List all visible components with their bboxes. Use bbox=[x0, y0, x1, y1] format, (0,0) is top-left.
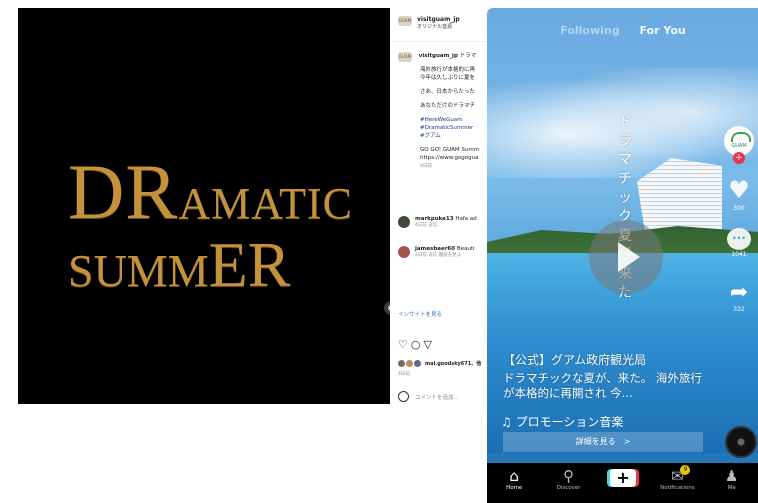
tab-for-you[interactable]: For You bbox=[639, 24, 685, 37]
feed-tabs: Following For You bbox=[487, 24, 758, 37]
hashtag-link[interactable]: #DramaticSummer bbox=[420, 125, 473, 131]
heart-icon[interactable]: ♡ bbox=[398, 338, 411, 351]
caption-line: さあ、日本からたった bbox=[420, 89, 476, 95]
title-part: SUMM bbox=[68, 245, 209, 296]
comment-bubble-icon[interactable]: ··· bbox=[727, 228, 751, 250]
music-label[interactable]: ♫ プロモーション音楽 bbox=[501, 413, 623, 430]
divider bbox=[390, 41, 490, 42]
nav-me[interactable]: ♟ Me bbox=[707, 467, 757, 491]
caption-url-link[interactable]: https://www.gogogua bbox=[420, 155, 479, 161]
brand-label: GUAM bbox=[731, 143, 747, 149]
emoji-icon[interactable] bbox=[398, 391, 409, 402]
comment-item: markpuke13 Hafa ad 4日前 返信 bbox=[398, 216, 490, 228]
notification-bubble-icon: ✉ bbox=[671, 467, 684, 485]
like-count: 300 bbox=[733, 205, 745, 212]
comment-username[interactable]: markpuke13 bbox=[415, 216, 454, 222]
caption-line: 今年は久しぶりに夏を bbox=[420, 75, 476, 81]
comment-icon[interactable]: ○ bbox=[411, 338, 424, 351]
post-actions: ♡○▽ bbox=[398, 338, 435, 351]
add-comment-placeholder: コメントを追加... bbox=[415, 394, 459, 401]
nav-label: Discover bbox=[556, 485, 581, 491]
caption-date: 4日前 bbox=[420, 164, 432, 169]
caption-line: あなただけのドラマチ bbox=[420, 103, 476, 109]
comment-meta[interactable]: 4日前 返信 bbox=[415, 223, 437, 228]
avatar bbox=[398, 360, 405, 367]
comment-text: Beauti bbox=[456, 246, 475, 252]
liked-by-text[interactable]: mai.goodsky671、他 bbox=[425, 360, 481, 367]
avatar[interactable] bbox=[398, 246, 410, 258]
comment-count: 1041 bbox=[731, 251, 747, 258]
profile-icon: ♟ bbox=[725, 467, 739, 485]
avatar[interactable]: GUAM bbox=[398, 52, 412, 62]
home-icon: ⌂ bbox=[509, 467, 519, 485]
title-part: DR bbox=[68, 148, 179, 235]
hashtag-link[interactable]: #グアム bbox=[420, 133, 441, 139]
nav-label: Home bbox=[506, 485, 523, 491]
video-description: ドラマチックな夏が、来た。 海外旅行が本格的に再開され 今... bbox=[503, 371, 702, 400]
tiktok-screen: Following For You ドラマチック夏が、来た GUAM + ♥ 3… bbox=[487, 8, 758, 503]
follow-plus-icon[interactable]: + bbox=[733, 152, 745, 164]
add-comment-field[interactable]: コメントを追加... bbox=[398, 391, 459, 402]
view-insights-link[interactable]: インサイトを見る bbox=[398, 310, 442, 318]
caption-body: 海外旅行が本格的に再 今年は久しぶりに夏を さあ、日本からたった あなただけのドラ… bbox=[420, 66, 490, 177]
bottom-nav: ⌂ Home ⚲ Discover + ✉ 9 Notifications ♟ … bbox=[487, 463, 758, 503]
caption-line: 海外旅行が本格的に再 bbox=[420, 67, 476, 73]
search-icon: ⚲ bbox=[563, 467, 575, 485]
share-arrow-icon[interactable]: ➦ bbox=[719, 280, 758, 305]
play-button[interactable] bbox=[589, 220, 663, 294]
title-part: AMATIC bbox=[178, 179, 354, 228]
avatar[interactable] bbox=[398, 216, 410, 228]
liked-by: mai.goodsky671、他 bbox=[398, 360, 481, 367]
share-count: 332 bbox=[733, 306, 745, 313]
post-side-panel: GUAM visitguam_jp オリジナル音源 GUAM visitguam… bbox=[390, 8, 490, 404]
send-icon[interactable]: ▽ bbox=[423, 338, 434, 351]
create-plus-icon: + bbox=[609, 469, 636, 487]
caption-username[interactable]: visitguam_jp bbox=[419, 53, 458, 59]
details-button[interactable]: 詳細を見る > bbox=[503, 432, 703, 452]
like-heart-icon[interactable]: ♥ bbox=[719, 176, 758, 204]
nav-discover[interactable]: ⚲ Discover bbox=[544, 467, 594, 491]
nav-home[interactable]: ⌂ Home bbox=[489, 467, 539, 491]
audio-label[interactable]: オリジナル音源 bbox=[417, 23, 460, 30]
hashtag-link[interactable]: #HereWeGuam bbox=[420, 117, 463, 123]
post-date: 4日前 bbox=[398, 372, 410, 377]
comment-text: Hafa ad bbox=[455, 216, 477, 222]
nav-label: Me bbox=[727, 485, 736, 491]
title-part: ER bbox=[208, 229, 291, 300]
dramatic-summer-title: DRAMATIC SUMMER bbox=[68, 153, 368, 297]
comment-meta[interactable]: 4日前 返信 翻訳を見る bbox=[415, 253, 461, 258]
post-header: GUAM visitguam_jp オリジナル音源 bbox=[398, 16, 460, 30]
account-name[interactable]: 【公式】グアム政府観光局 bbox=[503, 351, 646, 368]
comment-username[interactable]: jamesbaer60 bbox=[415, 246, 455, 252]
nav-label: Notifications bbox=[660, 485, 695, 491]
avatar bbox=[414, 360, 421, 367]
comment-item: jamesbaer60 Beauti 4日前 返信 翻訳を見る bbox=[398, 246, 490, 258]
caption-line: GO GO! GUAM Summ bbox=[420, 147, 480, 153]
post-username[interactable]: visitguam_jp bbox=[417, 16, 460, 23]
profile-avatar[interactable]: GUAM + bbox=[724, 126, 754, 164]
caption-header: GUAM visitguam_jp ドラマ bbox=[398, 52, 488, 62]
nav-create[interactable]: + bbox=[598, 467, 648, 487]
caption-lead: ドラマ bbox=[459, 53, 477, 59]
avatar[interactable]: GUAM bbox=[398, 16, 412, 26]
tab-following[interactable]: Following bbox=[560, 24, 619, 37]
music-disc-icon[interactable] bbox=[725, 426, 757, 458]
avatar bbox=[406, 360, 413, 367]
post-image[interactable]: DRAMATIC SUMMER ◉ bbox=[18, 8, 390, 404]
nav-notifications[interactable]: ✉ 9 Notifications bbox=[652, 465, 702, 491]
side-actions: GUAM + ♥ 300 ··· 1041 ➦ 332 bbox=[719, 126, 758, 313]
